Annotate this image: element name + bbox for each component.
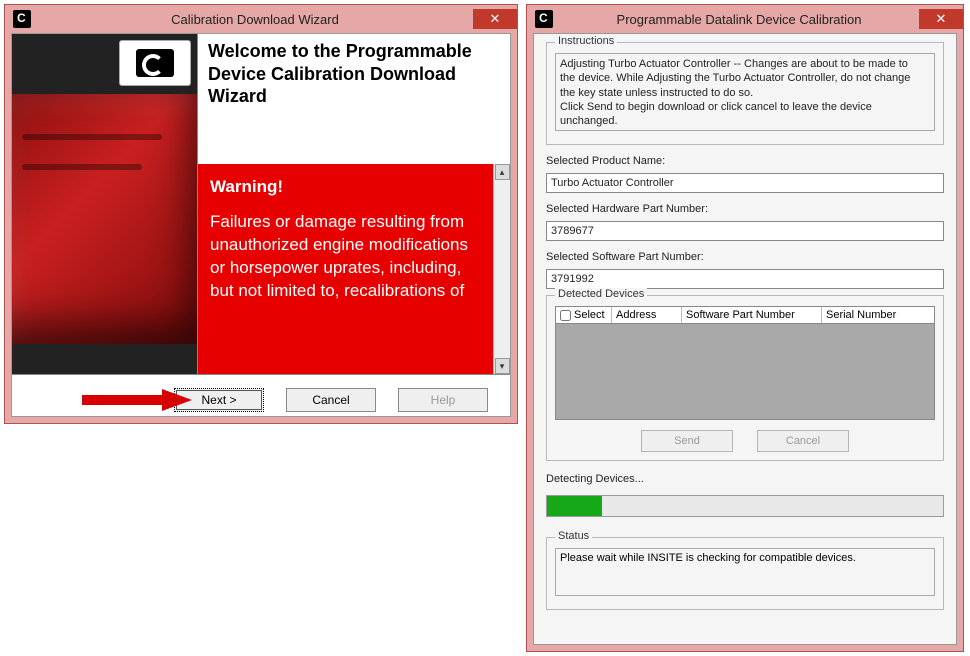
col-software-part-number[interactable]: Software Part Number xyxy=(682,307,822,323)
datalink-calibration-window: Programmable Datalink Device Calibration… xyxy=(526,4,964,652)
wizard-button-row: Next > Cancel Help xyxy=(12,374,510,417)
warning-text: Warning! Failures or damage resulting fr… xyxy=(198,164,493,374)
close-icon: ✕ xyxy=(936,11,947,27)
col-select[interactable]: Select xyxy=(556,307,612,323)
status-text[interactable] xyxy=(555,548,935,596)
close-icon: ✕ xyxy=(490,11,501,27)
engine-illustration xyxy=(12,94,197,344)
wizard-right-panel: Welcome to the Programmable Device Calib… xyxy=(197,34,510,374)
window-title: Calibration Download Wizard xyxy=(37,12,473,27)
app-icon xyxy=(535,10,553,28)
warning-scrollbar[interactable]: ▴ ▾ xyxy=(493,164,510,374)
select-all-checkbox[interactable] xyxy=(560,310,571,321)
cancel-button: Cancel xyxy=(757,430,849,452)
instructions-text[interactable] xyxy=(555,53,935,131)
wizard-client: Welcome to the Programmable Device Calib… xyxy=(11,33,511,417)
warning-title: Warning! xyxy=(210,176,481,199)
wizard-image-panel xyxy=(12,34,197,374)
hardware-part-field[interactable] xyxy=(546,221,944,241)
cummins-logo-badge xyxy=(119,40,191,86)
status-label: Status xyxy=(555,530,592,542)
close-button[interactable]: ✕ xyxy=(473,9,517,29)
wizard-heading: Welcome to the Programmable Device Calib… xyxy=(198,34,510,164)
col-address[interactable]: Address xyxy=(612,307,682,323)
detected-devices-label: Detected Devices xyxy=(555,288,647,300)
cancel-button[interactable]: Cancel xyxy=(286,388,376,412)
warning-panel: Warning! Failures or damage resulting fr… xyxy=(198,164,510,374)
close-button[interactable]: ✕ xyxy=(919,9,963,29)
instructions-label: Instructions xyxy=(555,35,617,47)
scroll-down-icon[interactable]: ▾ xyxy=(495,358,510,374)
col-select-label: Select xyxy=(574,309,605,321)
col-serial-number[interactable]: Serial Number xyxy=(822,307,934,323)
devices-button-row: Send Cancel xyxy=(555,430,935,452)
send-button: Send xyxy=(641,430,733,452)
detecting-label: Detecting Devices... xyxy=(546,473,944,485)
cummins-logo-icon xyxy=(136,49,174,77)
titlebar[interactable]: Calibration Download Wizard ✕ xyxy=(5,5,517,33)
hardware-part-label: Selected Hardware Part Number: xyxy=(546,203,944,215)
window-title: Programmable Datalink Device Calibration xyxy=(559,12,919,27)
progress-fill xyxy=(547,496,602,516)
devices-table-header: Select Address Software Part Number Seri… xyxy=(555,306,935,324)
software-part-label: Selected Software Part Number: xyxy=(546,251,944,263)
product-name-label: Selected Product Name: xyxy=(546,155,944,167)
next-button[interactable]: Next > xyxy=(174,388,264,412)
devices-table-body[interactable] xyxy=(555,324,935,420)
calibration-download-wizard-window: Calibration Download Wizard ✕ Welcome to… xyxy=(4,4,518,424)
calibration-client: Instructions Selected Product Name: Sele… xyxy=(533,33,957,645)
product-name-field[interactable] xyxy=(546,173,944,193)
help-button: Help xyxy=(398,388,488,412)
scroll-up-icon[interactable]: ▴ xyxy=(495,164,510,180)
instructions-group: Instructions xyxy=(546,42,944,145)
detected-devices-group: Detected Devices Select Address Software… xyxy=(546,295,944,461)
titlebar[interactable]: Programmable Datalink Device Calibration… xyxy=(527,5,963,33)
app-icon xyxy=(13,10,31,28)
wizard-upper: Welcome to the Programmable Device Calib… xyxy=(12,34,510,374)
software-part-field[interactable] xyxy=(546,269,944,289)
status-group: Status xyxy=(546,537,944,610)
progress-bar xyxy=(546,495,944,517)
warning-body: Failures or damage resulting from unauth… xyxy=(210,212,468,300)
